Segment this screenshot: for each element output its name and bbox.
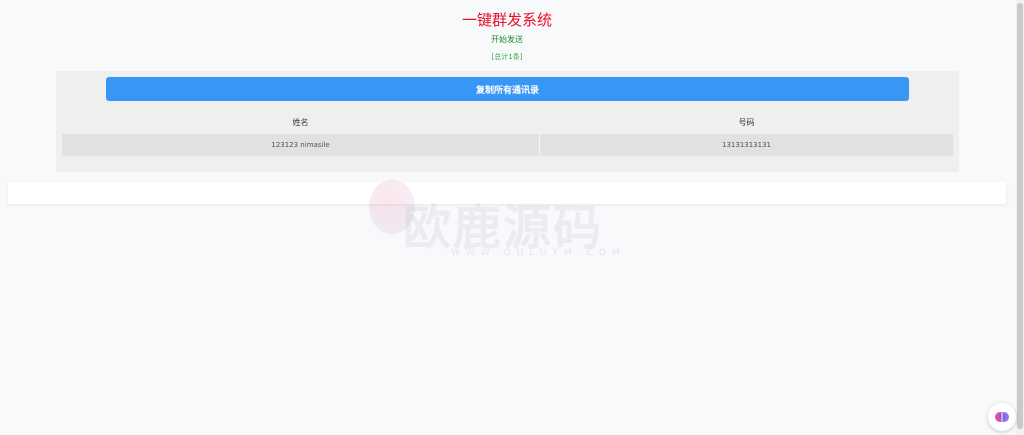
cell-name: 123123 nimasile [62,134,540,156]
page-title: 一键群发系统 [461,11,552,29]
empty-card [8,182,1006,204]
vertical-scrollbar[interactable] [1016,0,1024,435]
watermark-url: WWW.OULUYM.COM [451,248,626,258]
column-header-name: 姓名 [292,118,309,127]
copy-all-contacts-button[interactable]: 复制所有通讯录 [106,77,909,101]
scrollbar-thumb[interactable] [1017,3,1023,429]
table-row: 123123 nimasile 13131313131 [62,134,953,156]
cell-phone: 13131313131 [722,141,771,149]
start-send-link[interactable]: 开始发送 [0,34,1014,45]
assistant-bubble-icon[interactable] [988,403,1016,431]
contacts-panel: 复制所有通讯录 姓名 号码 123123 nimasile 1313131313… [56,71,959,172]
total-count: [总计1条] [491,53,523,61]
column-header-phone: 号码 [738,118,755,127]
